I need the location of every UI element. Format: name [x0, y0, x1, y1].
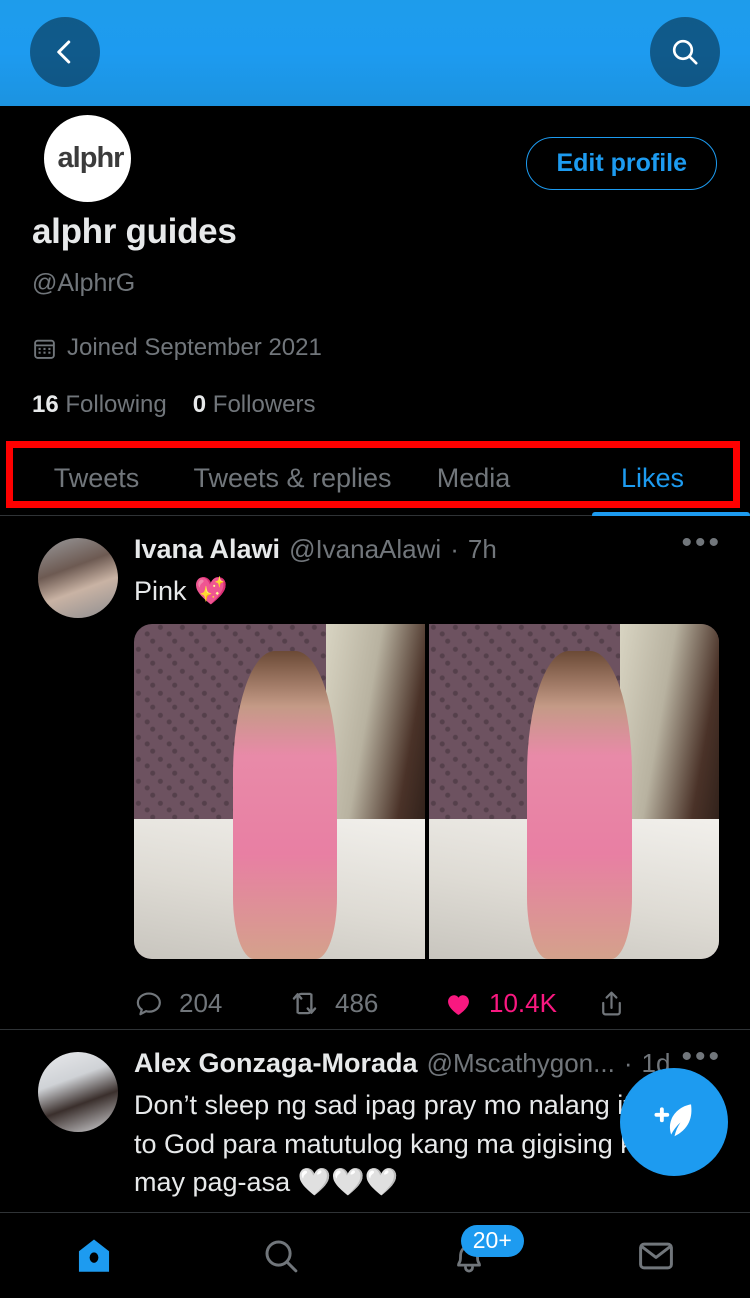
retweet-icon — [292, 992, 317, 1015]
avatar[interactable] — [38, 538, 118, 618]
calendar-icon — [34, 339, 55, 359]
tweet-timestamp: 7h — [467, 534, 497, 564]
following-count: 16 — [32, 391, 59, 418]
tweet-author-handle: @IvanaAlawi — [289, 534, 442, 564]
mail-icon — [639, 1242, 674, 1269]
share-icon — [602, 991, 621, 1016]
avatar[interactable] — [38, 1052, 118, 1133]
notification-badge: 20+ — [460, 1225, 524, 1258]
tweet-body: Ivana Alawi @IvanaAlawi · 7h ••• Pink 💖 — [134, 516, 750, 1029]
tweet-media-image[interactable] — [134, 624, 425, 960]
profile-handle: @AlphrG — [32, 269, 136, 297]
tweet-actions: 204 486 10.4K — [134, 977, 730, 1029]
heart-icon — [448, 995, 469, 1015]
profile-section: alphr Edit profile alphr guides @AlphrG … — [0, 106, 750, 436]
nav-notifications[interactable]: 20+ — [375, 1213, 563, 1298]
nav-home[interactable] — [0, 1213, 188, 1298]
search-button[interactable] — [650, 17, 720, 87]
tweet-author-name[interactable]: Alex Gonzaga-Morada — [134, 1048, 418, 1079]
followers-count: 0 — [192, 391, 207, 418]
joined-row: Joined September 2021 — [32, 334, 322, 362]
reply-button[interactable]: 204 — [134, 988, 288, 1019]
more-horizontal-icon[interactable]: ••• — [681, 1042, 722, 1072]
tweet-media-grid — [134, 624, 719, 960]
nav-search[interactable] — [188, 1213, 376, 1298]
profile-tabs: Tweets Tweets & replies Media Likes — [0, 441, 750, 516]
joined-date: Joined September 2021 — [67, 334, 322, 361]
reply-icon — [136, 992, 161, 1016]
chevron-left-icon — [57, 40, 71, 64]
tweet-separator: · — [623, 1048, 633, 1079]
tweet-author-handle: @Mscathygon... — [426, 1048, 615, 1079]
tab-media[interactable]: Media — [392, 441, 555, 516]
tweet-author-name[interactable]: Ivana Alawi — [134, 534, 280, 565]
profile-stats: 16 Following 0 Followers — [32, 391, 316, 419]
profile-banner — [0, 0, 750, 106]
bottom-navigation: 20+ — [0, 1212, 750, 1298]
following-stat[interactable]: 16 Following — [32, 391, 167, 419]
followers-label: Followers — [212, 391, 316, 418]
page-title: alphr guides — [32, 212, 237, 251]
avatar[interactable]: alphr — [40, 111, 135, 206]
twitter-profile-screen: alphr Edit profile alphr guides @AlphrG … — [0, 0, 750, 1298]
compose-tweet-icon — [654, 1104, 692, 1137]
search-icon — [672, 39, 698, 65]
tweet-header: Alex Gonzaga-Morada @Mscathygon... · 1d … — [134, 1042, 730, 1079]
like-button[interactable]: 10.4K — [442, 987, 596, 1020]
retweet-count: 486 — [335, 987, 379, 1018]
like-count: 10.4K — [489, 987, 557, 1018]
tab-tweets[interactable]: Tweets — [0, 441, 193, 516]
edit-profile-button[interactable]: Edit profile — [526, 137, 717, 190]
back-button[interactable] — [30, 17, 100, 87]
tweet-media-image[interactable] — [428, 624, 719, 960]
tab-likes[interactable]: Likes — [555, 441, 750, 516]
tab-tweets-replies[interactable]: Tweets & replies — [193, 441, 392, 516]
share-button[interactable] — [596, 988, 627, 1019]
tweet-text: Pink 💖 — [134, 576, 228, 606]
following-label: Following — [65, 391, 167, 418]
compose-tweet-button[interactable] — [620, 1068, 728, 1176]
search-icon — [265, 1240, 298, 1272]
reply-count: 204 — [179, 987, 223, 1018]
tweet-item[interactable]: Ivana Alawi @IvanaAlawi · 7h ••• Pink 💖 — [0, 516, 750, 1030]
retweet-button[interactable]: 486 — [288, 987, 442, 1020]
nav-messages[interactable] — [563, 1213, 750, 1298]
followers-stat[interactable]: 0 Followers — [193, 391, 316, 419]
tweet-header: Ivana Alawi @IvanaAlawi · 7h ••• — [134, 528, 730, 565]
more-horizontal-icon[interactable]: ••• — [681, 528, 722, 558]
avatar-label: alphr — [57, 142, 125, 174]
home-icon — [78, 1239, 109, 1272]
tweet-separator: · — [450, 534, 459, 564]
